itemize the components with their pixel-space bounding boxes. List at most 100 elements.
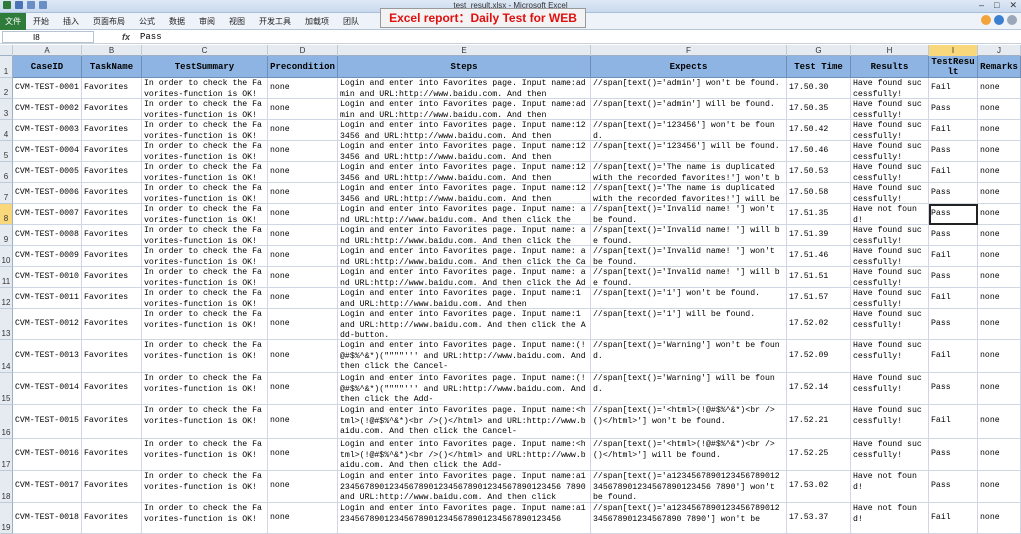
tab-review[interactable]: 审阅 <box>192 13 222 30</box>
cell[interactable]: Favorites <box>82 141 142 162</box>
cell[interactable]: Have found successfully! <box>851 78 929 99</box>
cell[interactable]: Login and enter into Favorites page. Inp… <box>338 120 591 141</box>
cell[interactable]: none <box>268 471 338 503</box>
cell[interactable]: none <box>268 246 338 267</box>
cell[interactable]: none <box>268 120 338 141</box>
cell[interactable]: none <box>978 288 1021 309</box>
cell[interactable]: CVM-TEST-0013 <box>13 340 82 373</box>
cell[interactable]: none <box>978 78 1021 99</box>
cell[interactable]: Login and enter into Favorites page. Inp… <box>338 405 591 439</box>
cell[interactable]: none <box>978 471 1021 503</box>
cell[interactable]: none <box>978 246 1021 267</box>
ribbon-minimize-icon[interactable] <box>981 15 991 25</box>
row-number[interactable]: 15 <box>0 373 13 405</box>
column-header-f[interactable]: F <box>591 45 787 56</box>
cell[interactable]: none <box>268 225 338 246</box>
cell[interactable]: Favorites <box>82 225 142 246</box>
cell[interactable]: In order to check the Favorites-function… <box>142 439 268 471</box>
cell[interactable]: //span[text()='Invalid name! '] will be … <box>591 267 787 288</box>
cell[interactable]: none <box>268 340 338 373</box>
cell[interactable]: Have found successfully! <box>851 225 929 246</box>
cell[interactable]: Pass <box>929 204 978 225</box>
cell[interactable]: Fail <box>929 405 978 439</box>
cell[interactable]: Have found successfully! <box>851 267 929 288</box>
cell[interactable]: //span[text()='Warning'] won't be found. <box>591 340 787 373</box>
cell[interactable]: In order to check the Favorites-function… <box>142 288 268 309</box>
cell[interactable]: In order to check the Favorites-function… <box>142 471 268 503</box>
cell[interactable]: Favorites <box>82 309 142 340</box>
column-title-h[interactable]: Results <box>851 56 929 78</box>
column-title-f[interactable]: Expects <box>591 56 787 78</box>
cell[interactable]: Fail <box>929 78 978 99</box>
row-number[interactable]: 7 <box>0 183 13 204</box>
row-number[interactable]: 18 <box>0 471 13 503</box>
cell[interactable]: Fail <box>929 288 978 309</box>
cell[interactable]: Login and enter into Favorites page. Inp… <box>338 162 591 183</box>
cell[interactable]: Pass <box>929 309 978 340</box>
cell[interactable]: Favorites <box>82 471 142 503</box>
cell[interactable]: In order to check the Favorites-function… <box>142 503 268 534</box>
cell[interactable]: Login and enter into Favorites page. Inp… <box>338 78 591 99</box>
cell[interactable]: Favorites <box>82 503 142 534</box>
formula-input[interactable]: Pass <box>140 30 162 44</box>
tab-developer[interactable]: 开发工具 <box>252 13 298 30</box>
cell[interactable]: CVM-TEST-0001 <box>13 78 82 99</box>
cell[interactable]: none <box>268 99 338 120</box>
column-header-e[interactable]: E <box>338 45 591 56</box>
cell[interactable]: Favorites <box>82 246 142 267</box>
column-title-c[interactable]: TestSummary <box>142 56 268 78</box>
cell[interactable]: 17.53.37 <box>787 503 851 534</box>
cell[interactable]: none <box>268 204 338 225</box>
cell[interactable]: //span[text()='Invalid name! '] will be … <box>591 225 787 246</box>
column-title-j[interactable]: Remarks <box>978 56 1021 78</box>
cell[interactable]: Have found successfully! <box>851 246 929 267</box>
cell[interactable]: Login and enter into Favorites page. Inp… <box>338 288 591 309</box>
cell[interactable]: CVM-TEST-0009 <box>13 246 82 267</box>
cell[interactable]: 17.52.14 <box>787 373 851 405</box>
select-all-corner[interactable] <box>0 45 13 56</box>
cell[interactable]: CVM-TEST-0014 <box>13 373 82 405</box>
cell[interactable]: Favorites <box>82 439 142 471</box>
cell[interactable]: none <box>268 267 338 288</box>
cell[interactable]: Have not found! <box>851 204 929 225</box>
cell[interactable]: In order to check the Favorites-function… <box>142 78 268 99</box>
tab-view[interactable]: 视图 <box>222 13 252 30</box>
cell[interactable]: 17.52.02 <box>787 309 851 340</box>
fx-icon[interactable]: fx <box>122 30 130 44</box>
row-number[interactable]: 12 <box>0 288 13 309</box>
cell[interactable]: none <box>978 225 1021 246</box>
cell[interactable]: Have found successfully! <box>851 309 929 340</box>
cell[interactable]: none <box>268 183 338 204</box>
cell[interactable]: 17.51.51 <box>787 267 851 288</box>
tab-home[interactable]: 开始 <box>26 13 56 30</box>
cell[interactable]: Pass <box>929 373 978 405</box>
row-number[interactable]: 14 <box>0 340 13 373</box>
row-number[interactable]: 2 <box>0 78 13 99</box>
cell[interactable]: none <box>978 204 1021 225</box>
tab-file[interactable]: 文件 <box>0 13 26 30</box>
cell[interactable]: none <box>268 288 338 309</box>
cell[interactable]: CVM-TEST-0018 <box>13 503 82 534</box>
cell[interactable]: Pass <box>929 471 978 503</box>
cell[interactable]: CVM-TEST-0010 <box>13 267 82 288</box>
cell[interactable]: //span[text()='1'] won't be found. <box>591 288 787 309</box>
row-number[interactable]: 1 <box>0 56 13 78</box>
cell[interactable]: Have found successfully! <box>851 120 929 141</box>
cell[interactable]: 17.53.02 <box>787 471 851 503</box>
cell[interactable]: none <box>978 439 1021 471</box>
row-number[interactable]: 11 <box>0 267 13 288</box>
cell[interactable]: //span[text()='123456'] won't be found. <box>591 120 787 141</box>
column-header-c[interactable]: C <box>142 45 268 56</box>
cell[interactable]: Login and enter into Favorites page. Inp… <box>338 99 591 120</box>
cell[interactable]: Have found successfully! <box>851 340 929 373</box>
cell[interactable]: //span[text()='Invalid name! '] won't be… <box>591 204 787 225</box>
cell[interactable]: 17.51.39 <box>787 225 851 246</box>
column-title-b[interactable]: TaskName <box>82 56 142 78</box>
cell[interactable]: Pass <box>929 99 978 120</box>
cell[interactable]: //span[text()='<html>(!@#$%^&*)<br />()<… <box>591 405 787 439</box>
cell[interactable]: Favorites <box>82 405 142 439</box>
cell[interactable]: Fail <box>929 120 978 141</box>
cell[interactable]: //span[text()='admin'] will be found. <box>591 99 787 120</box>
cell[interactable]: Pass <box>929 225 978 246</box>
column-title-i[interactable]: TestResult <box>929 56 978 78</box>
